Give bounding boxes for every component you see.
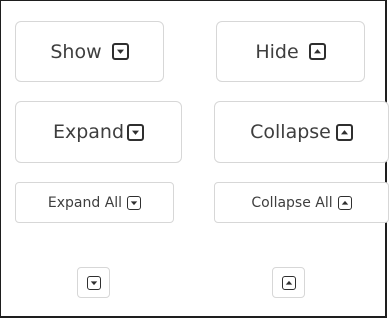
- expand-all-button[interactable]: Expand All: [15, 182, 174, 223]
- collapse-all-button[interactable]: Collapse All: [214, 182, 389, 223]
- caret-down-square-icon: [86, 275, 101, 290]
- show-button[interactable]: Show: [15, 21, 164, 82]
- caret-up-square-icon: [337, 195, 352, 210]
- hide-button-label: Hide: [255, 40, 299, 63]
- caret-down-square-icon: [127, 195, 142, 210]
- caret-up-square-icon: [281, 275, 296, 290]
- collapse-icon-button[interactable]: [272, 267, 305, 298]
- expand-all-button-label: Expand All: [47, 194, 123, 211]
- collapse-button[interactable]: Collapse: [214, 101, 389, 163]
- collapse-all-button-label: Collapse All: [251, 194, 333, 211]
- caret-down-square-icon: [127, 123, 145, 141]
- expand-icon-button[interactable]: [77, 267, 110, 298]
- caret-up-square-icon: [335, 123, 353, 141]
- hide-button[interactable]: Hide: [216, 21, 365, 82]
- show-button-label: Show: [50, 40, 102, 63]
- collapse-button-label: Collapse: [250, 121, 331, 143]
- button-showcase-frame: Show Hide Expand Collapse Expand All Col…: [0, 0, 389, 318]
- caret-up-square-icon: [308, 43, 326, 60]
- expand-button-label: Expand: [52, 121, 125, 143]
- caret-down-square-icon: [111, 43, 129, 60]
- expand-button[interactable]: Expand: [15, 101, 182, 163]
